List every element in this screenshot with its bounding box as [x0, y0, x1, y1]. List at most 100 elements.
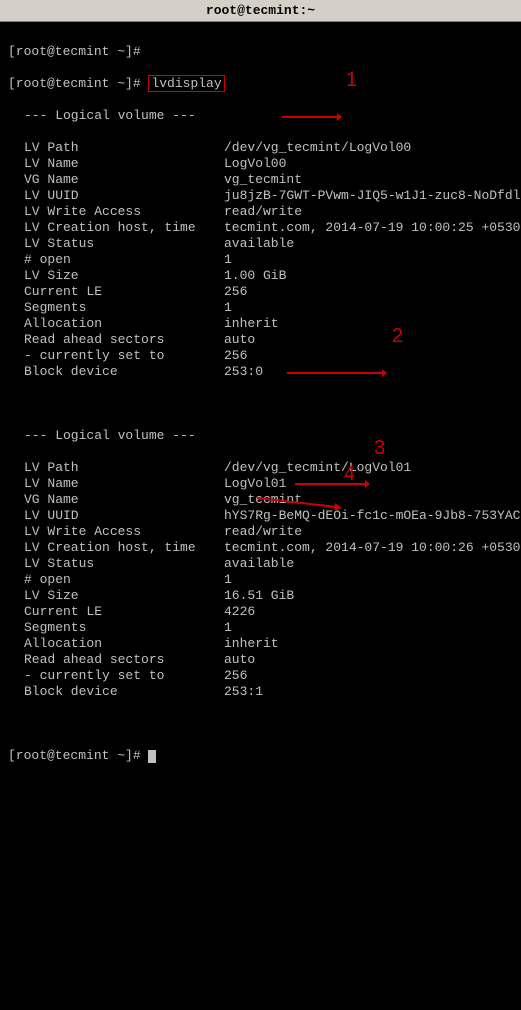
window-titlebar: root@tecmint:~ [0, 0, 521, 22]
command-highlight: lvdisplay [148, 75, 224, 92]
lv-value: 1.00 GiB [224, 268, 513, 284]
lv-label: Block device [8, 684, 224, 700]
lv-row: - currently set to256 [8, 668, 513, 684]
lv-row: - currently set to256 [8, 348, 513, 364]
lv-value: inherit [224, 636, 513, 652]
lv-row: LV Size1.00 GiB [8, 268, 513, 284]
lv-value: ju8jzB-7GWT-PVwm-JIQ5-w1J1-zuc8-NoDfdl [224, 188, 520, 204]
lv-label: LV Status [8, 556, 224, 572]
lv-row: LV Path/dev/vg_tecmint/LogVol00 [8, 140, 513, 156]
lv-row: # open1 [8, 572, 513, 588]
lv-value: LogVol00 [224, 156, 513, 172]
lv-value: /dev/vg_tecmint/LogVol01 [224, 460, 513, 476]
lv-value: 256 [224, 348, 513, 364]
lv-value: hYS7Rg-BeMQ-dEOi-fc1c-mOEa-9Jb8-753YAC [224, 508, 520, 524]
lv-row: LV UUIDhYS7Rg-BeMQ-dEOi-fc1c-mOEa-9Jb8-7… [8, 508, 513, 524]
lv-value: 16.51 GiB [224, 588, 513, 604]
lv-label: # open [8, 572, 224, 588]
lv-value: 1 [224, 620, 513, 636]
lv-value: 4226 [224, 604, 513, 620]
lv-row: Allocationinherit [8, 636, 513, 652]
lv-label: LV Size [8, 588, 224, 604]
lv-row: Current LE4226 [8, 604, 513, 620]
lv-label: Current LE [8, 604, 224, 620]
lv-row: VG Namevg_tecmint [8, 172, 513, 188]
lv-label: Allocation [8, 316, 224, 332]
lv-value: tecmint.com, 2014-07-19 10:00:26 +0530 [224, 540, 520, 556]
lv-value: auto [224, 652, 513, 668]
prompt: [root@tecmint ~]# [8, 76, 148, 91]
lv-row: LV Size16.51 GiB [8, 588, 513, 604]
lv-row: # open1 [8, 252, 513, 268]
lv-label: LV Write Access [8, 524, 224, 540]
lv-label: LV UUID [8, 508, 224, 524]
lv-row: LV Creation host, timetecmint.com, 2014-… [8, 220, 513, 236]
lv-value: auto [224, 332, 513, 348]
lv-value: 256 [224, 284, 513, 300]
lv-label: Segments [8, 300, 224, 316]
lv-row: LV Creation host, timetecmint.com, 2014-… [8, 540, 513, 556]
lv-label: VG Name [8, 172, 224, 188]
lv-label: LV Name [8, 156, 224, 172]
lv-header: --- Logical volume --- [8, 108, 513, 124]
lv-row: LV Statusavailable [8, 556, 513, 572]
lv-value: available [224, 556, 513, 572]
lv-row: Segments1 [8, 300, 513, 316]
lv-row: VG Namevg_tecmint [8, 492, 513, 508]
lv-label: LV Write Access [8, 204, 224, 220]
lv-row: Read ahead sectorsauto [8, 652, 513, 668]
lv-label: LV Size [8, 268, 224, 284]
lv-label: Current LE [8, 284, 224, 300]
lv-value: 256 [224, 668, 513, 684]
lv-value: read/write [224, 524, 513, 540]
lv-row: Block device253:1 [8, 684, 513, 700]
lv-value: /dev/vg_tecmint/LogVol00 [224, 140, 513, 156]
prompt-line: [root@tecmint ~]# [8, 748, 513, 764]
lv-label: LV UUID [8, 188, 224, 204]
lv-row: LV NameLogVol00 [8, 156, 513, 172]
lv-value: 1 [224, 252, 513, 268]
lv-label: # open [8, 252, 224, 268]
prompt-line: [root@tecmint ~]# lvdisplay [8, 76, 513, 92]
lv-row: LV Statusavailable [8, 236, 513, 252]
lv-value: available [224, 236, 513, 252]
lv-label: - currently set to [8, 348, 224, 364]
lv-row: Allocationinherit [8, 316, 513, 332]
lv-value: 1 [224, 300, 513, 316]
lv-label: LV Creation host, time [8, 220, 224, 236]
lv-value: inherit [224, 316, 513, 332]
lv-row: LV Path/dev/vg_tecmint/LogVol01 [8, 460, 513, 476]
prompt: [root@tecmint ~]# [8, 44, 148, 59]
lv-label: Block device [8, 364, 224, 380]
lv-label: LV Path [8, 460, 224, 476]
lv-value: 253:1 [224, 684, 513, 700]
lv-header: --- Logical volume --- [8, 428, 513, 444]
lv-label: LV Status [8, 236, 224, 252]
lv-row: LV Write Accessread/write [8, 524, 513, 540]
lv-value: vg_tecmint [224, 172, 513, 188]
prompt: [root@tecmint ~]# [8, 748, 148, 763]
lv-value: tecmint.com, 2014-07-19 10:00:25 +0530 [224, 220, 520, 236]
lv-label: VG Name [8, 492, 224, 508]
lv-value: read/write [224, 204, 513, 220]
cursor [148, 750, 156, 763]
lv-value: LogVol01 [224, 476, 513, 492]
lv-row: LV NameLogVol01 [8, 476, 513, 492]
lv-value: 253:0 [224, 364, 513, 380]
lv-row: Read ahead sectorsauto [8, 332, 513, 348]
lv-row: LV Write Accessread/write [8, 204, 513, 220]
blank-line [8, 716, 513, 732]
terminal-output[interactable]: [root@tecmint ~]# [root@tecmint ~]# lvdi… [0, 22, 521, 1010]
lv-label: Segments [8, 620, 224, 636]
lv-row: Block device253:0 [8, 364, 513, 380]
lv-label: Read ahead sectors [8, 652, 224, 668]
lv-label: Read ahead sectors [8, 332, 224, 348]
lv-label: LV Path [8, 140, 224, 156]
lv-label: Allocation [8, 636, 224, 652]
lv-row: Current LE256 [8, 284, 513, 300]
lv-label: LV Name [8, 476, 224, 492]
prompt-line: [root@tecmint ~]# [8, 44, 513, 60]
lv-row: Segments1 [8, 620, 513, 636]
blank-line [8, 396, 513, 412]
lv-row: LV UUIDju8jzB-7GWT-PVwm-JIQ5-w1J1-zuc8-N… [8, 188, 513, 204]
